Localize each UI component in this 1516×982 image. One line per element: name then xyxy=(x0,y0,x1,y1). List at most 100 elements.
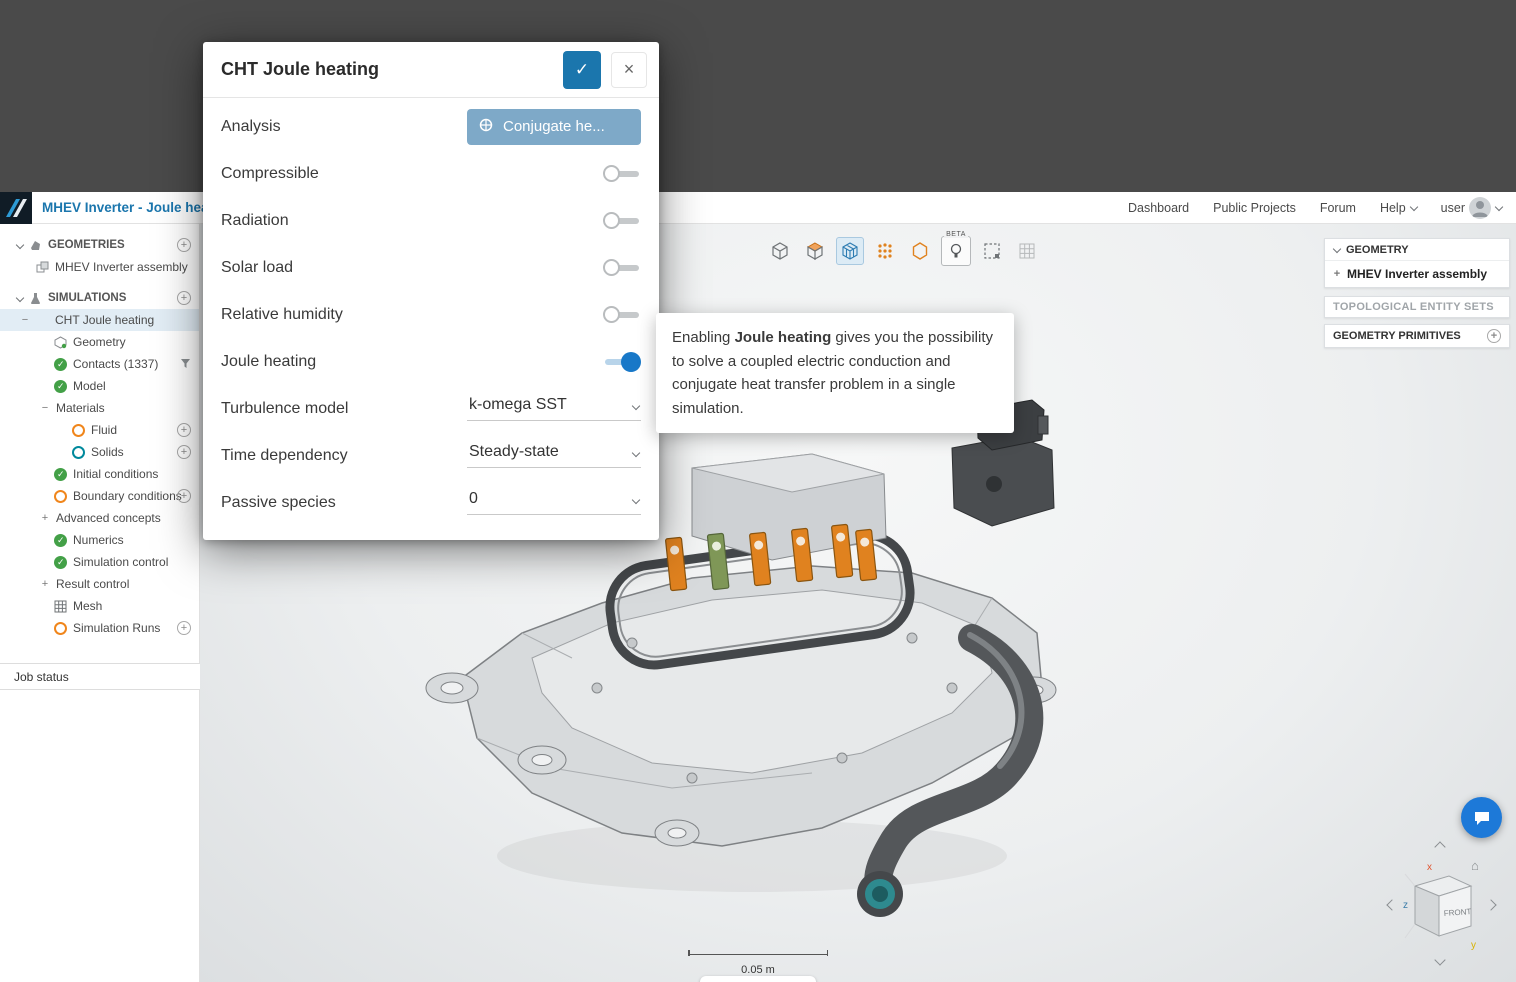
sidebar-item-geometry[interactable]: Geometry xyxy=(0,331,199,353)
analysis-type-button[interactable]: Conjugate he... xyxy=(467,109,641,145)
nav-public-projects[interactable]: Public Projects xyxy=(1213,201,1296,215)
assembly-tree-item[interactable]: MHEV Inverter assembly xyxy=(1325,261,1509,287)
sidebar-item-materials[interactable]: Materials xyxy=(0,397,199,419)
sidebar-item-mesh[interactable]: Mesh xyxy=(0,595,199,617)
add-geometry-button[interactable] xyxy=(177,238,191,252)
add-boundary-condition-button[interactable] xyxy=(177,489,191,503)
joule-heating-toggle[interactable] xyxy=(603,352,641,372)
expand-icon[interactable] xyxy=(1333,268,1341,280)
chevron-down-icon xyxy=(632,497,639,504)
add-simulation-run-button[interactable] xyxy=(177,621,191,635)
simulation-tree: GEOMETRIES MHEV Inverter assembly SIMULA… xyxy=(0,224,199,639)
filter-funnel-icon[interactable] xyxy=(181,357,190,371)
rotate-down-icon[interactable] xyxy=(1435,956,1445,966)
avatar xyxy=(1469,197,1491,219)
wireframe-hex-icon[interactable] xyxy=(906,237,934,265)
chevron-down-icon xyxy=(16,242,23,249)
geometry-primitives-header[interactable]: GEOMETRY PRIMITIVES xyxy=(1324,324,1510,348)
add-simulation-button[interactable] xyxy=(177,291,191,305)
rotate-right-icon[interactable] xyxy=(1487,900,1497,910)
relative-humidity-toggle[interactable] xyxy=(603,305,641,325)
geometry-panel-header[interactable]: GEOMETRY xyxy=(1325,239,1509,261)
orientation-cube[interactable]: FRONT x z y xyxy=(1401,860,1481,950)
user-menu[interactable]: user xyxy=(1441,197,1502,219)
simulation-section-icon xyxy=(29,292,42,305)
sidebar-item-boundary-conditions[interactable]: Boundary conditions xyxy=(0,485,199,507)
viewport-toolbar: BETA xyxy=(766,236,1041,266)
setting-row-relative-humidity: Relative humidity xyxy=(221,291,641,338)
rotate-left-icon[interactable] xyxy=(1385,900,1395,910)
sidebar: GEOMETRIES MHEV Inverter assembly SIMULA… xyxy=(0,224,200,982)
setting-row-radiation: Radiation xyxy=(221,197,641,244)
passive-species-value: 0 xyxy=(469,490,478,508)
nav-forum[interactable]: Forum xyxy=(1320,201,1356,215)
check-circle-icon xyxy=(54,556,67,569)
mesh-cube-icon[interactable] xyxy=(836,237,864,265)
rotate-up-icon[interactable] xyxy=(1435,840,1445,850)
chevron-down-icon xyxy=(632,450,639,457)
support-chat-button[interactable] xyxy=(1461,797,1502,838)
sidebar-item-mhev-inverter-assembly[interactable]: MHEV Inverter assembly xyxy=(0,256,199,278)
radiation-toggle[interactable] xyxy=(603,211,641,231)
nav-dashboard[interactable]: Dashboard xyxy=(1128,201,1189,215)
screen: MHEV Inverter - Joule heating Dashboard … xyxy=(0,0,1516,982)
compressible-toggle[interactable] xyxy=(603,164,641,184)
turbulence-model-value: k-omega SST xyxy=(469,396,567,414)
sidebar-item-initial-conditions[interactable]: Initial conditions xyxy=(0,463,199,485)
add-fluid-button[interactable] xyxy=(177,423,191,437)
perspective-cube-icon[interactable] xyxy=(766,237,794,265)
setting-row-turbulence-model: Turbulence model k-omega SST xyxy=(221,385,641,432)
navigation-cube[interactable]: ⌂ FRONT x z y xyxy=(1385,838,1500,970)
collapse-icon[interactable] xyxy=(20,314,30,326)
close-button[interactable]: × xyxy=(611,52,647,88)
dialog-body: Analysis Conjugate he... Compressible Ra… xyxy=(203,98,659,526)
add-solid-button[interactable] xyxy=(177,445,191,459)
incomplete-ring-icon xyxy=(72,424,85,437)
setting-row-compressible: Compressible xyxy=(221,150,641,197)
point-probe-beta-icon[interactable]: BETA xyxy=(941,236,971,266)
box-select-icon[interactable] xyxy=(978,237,1006,265)
sidebar-item-geometries[interactable]: GEOMETRIES xyxy=(0,234,199,256)
setting-row-passive-species: Passive species 0 xyxy=(221,479,641,526)
scene-tree-panel: GEOMETRY MHEV Inverter assembly TOPOLOGI… xyxy=(1324,238,1510,348)
axis-y-label: y xyxy=(1471,940,1476,950)
axis-x-label: x xyxy=(1427,862,1432,873)
sidebar-item-contacts[interactable]: Contacts (1337) xyxy=(0,353,199,375)
mesh-clip-icon[interactable] xyxy=(1013,237,1041,265)
geometry-faces-icon[interactable] xyxy=(801,237,829,265)
sidebar-item-simulation-runs[interactable]: Simulation Runs xyxy=(0,617,199,639)
mesh-icon xyxy=(54,600,67,613)
sidebar-item-model[interactable]: Model xyxy=(0,375,199,397)
turbulence-model-select[interactable]: k-omega SST xyxy=(467,396,641,421)
sidebar-item-solids[interactable]: Solids xyxy=(0,441,199,463)
scale-slider[interactable] xyxy=(700,976,816,982)
chat-bubble-icon xyxy=(1472,808,1492,828)
setting-row-time-dependency: Time dependency Steady-state xyxy=(221,432,641,479)
expand-icon[interactable] xyxy=(40,512,50,524)
vertices-icon[interactable] xyxy=(871,237,899,265)
sidebar-item-simulations[interactable]: SIMULATIONS xyxy=(0,287,199,309)
topological-entity-sets-header[interactable]: TOPOLOGICAL ENTITY SETS xyxy=(1324,296,1510,318)
apply-button[interactable]: ✓ xyxy=(563,51,601,89)
solar-load-toggle[interactable] xyxy=(603,258,641,278)
passive-species-select[interactable]: 0 xyxy=(467,490,641,515)
time-dependency-select[interactable]: Steady-state xyxy=(467,443,641,468)
sidebar-item-result-control[interactable]: Result control xyxy=(0,573,199,595)
sidebar-item-numerics[interactable]: Numerics xyxy=(0,529,199,551)
sidebar-item-cht-joule-heating[interactable]: CHT Joule heating xyxy=(0,309,199,331)
dialog-title: CHT Joule heating xyxy=(221,59,563,80)
expand-icon[interactable] xyxy=(40,578,50,590)
collapse-icon[interactable] xyxy=(40,402,50,414)
sidebar-item-simulation-control[interactable]: Simulation control xyxy=(0,551,199,573)
app-logo[interactable] xyxy=(0,192,32,224)
sidebar-item-fluid[interactable]: Fluid xyxy=(0,419,199,441)
tooltip-bold-term: Joule heating xyxy=(735,329,832,346)
beta-badge: BETA xyxy=(944,231,968,238)
setting-row-solar-load: Solar load xyxy=(221,244,641,291)
add-primitive-button[interactable] xyxy=(1487,329,1501,343)
simulation-icon xyxy=(36,314,49,327)
nav-help[interactable]: Help xyxy=(1380,201,1417,215)
chevron-down-icon xyxy=(632,403,639,410)
job-status-panel[interactable]: Job status xyxy=(0,663,200,690)
sidebar-item-advanced-concepts[interactable]: Advanced concepts xyxy=(0,507,199,529)
